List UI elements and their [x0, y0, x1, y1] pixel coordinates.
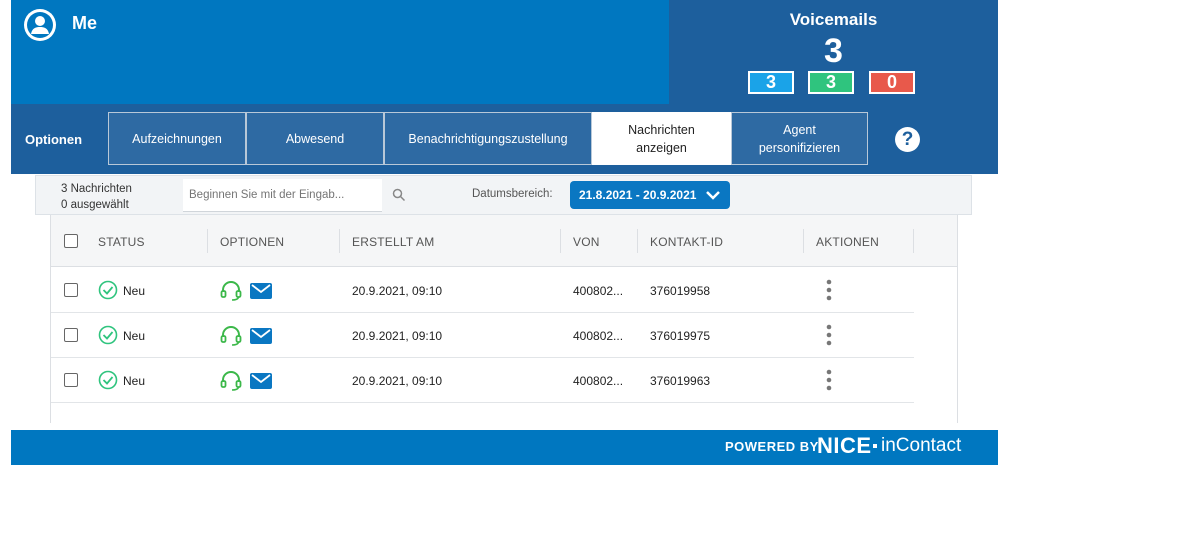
- tab-benachrichtigungszustellung[interactable]: Benachrichtigungszustellung: [384, 112, 592, 165]
- headset-icon[interactable]: [220, 371, 242, 391]
- more-options-icon[interactable]: [826, 279, 832, 301]
- date-range-label: Datumsbereich:: [472, 188, 553, 200]
- check-circle-icon: [98, 325, 118, 345]
- search-input[interactable]: [183, 179, 382, 212]
- logo-dot: [873, 444, 877, 448]
- filter-bar: 3 Nachrichten 0 ausgewählt Datumsbereich…: [35, 175, 972, 215]
- mail-icon[interactable]: [250, 328, 272, 344]
- column-optionen[interactable]: OPTIONEN: [220, 235, 284, 249]
- message-count-label: 3 Nachrichten: [61, 183, 132, 195]
- nice-logo: NICE: [817, 433, 872, 458]
- created-date: 20.9.2021, 09:10: [352, 374, 443, 388]
- headset-icon[interactable]: [220, 281, 242, 301]
- message-count: 3 Nachrichten 0 ausgewählt: [61, 181, 132, 213]
- tab-agent-personifizieren[interactable]: Agent personifizieren: [731, 112, 868, 165]
- column-aktionen: AKTIONEN: [816, 235, 879, 249]
- user-header: Me: [11, 0, 669, 104]
- voicemail-badge-new[interactable]: 3: [748, 71, 794, 94]
- mail-icon[interactable]: [250, 373, 272, 389]
- voicemail-badge-urgent[interactable]: 0: [869, 71, 915, 94]
- selected-count-label: 0 ausgewählt: [61, 199, 129, 211]
- created-date: 20.9.2021, 09:10: [352, 329, 443, 343]
- voicemail-badge-heard[interactable]: 3: [808, 71, 854, 94]
- column-divider: [560, 229, 561, 253]
- date-range-value: 21.8.2021 - 20.9.2021: [579, 188, 697, 202]
- voicemail-total: 3: [824, 32, 843, 70]
- table-row[interactable]: Neu 20.9.2021, 09:10 400802... 376019975: [51, 313, 914, 358]
- contact-id: 376019958: [650, 284, 711, 298]
- column-divider: [637, 229, 638, 253]
- from-number: 400802...: [573, 329, 624, 343]
- column-divider: [339, 229, 340, 253]
- from-number: 400802...: [573, 374, 624, 388]
- from-number: 400802...: [573, 284, 624, 298]
- row-checkbox[interactable]: [64, 373, 78, 387]
- incontact-logo: inContact: [881, 435, 962, 456]
- column-divider: [913, 229, 914, 253]
- voicemail-summary: Voicemails 3 3 3 0: [669, 0, 998, 104]
- help-icon[interactable]: ?: [895, 127, 920, 152]
- user-avatar-icon: [24, 9, 56, 41]
- column-kontakt-id[interactable]: KONTAKT-ID: [650, 235, 723, 249]
- table-row[interactable]: Neu 20.9.2021, 09:10 400802... 376019963: [51, 358, 914, 403]
- mail-icon[interactable]: [250, 283, 272, 299]
- search-icon[interactable]: [392, 188, 406, 202]
- column-divider: [803, 229, 804, 253]
- table-header: STATUS OPTIONEN ERSTELLT AM VON KONTAKT-…: [51, 215, 957, 267]
- column-von[interactable]: VON: [573, 235, 600, 249]
- contact-id: 376019975: [650, 329, 711, 343]
- status-text: Neu: [123, 374, 146, 388]
- column-divider: [207, 229, 208, 253]
- row-checkbox[interactable]: [64, 283, 78, 297]
- column-erstellt-am[interactable]: ERSTELLT AM: [352, 235, 434, 249]
- row-checkbox[interactable]: [64, 328, 78, 342]
- check-circle-icon: [98, 280, 118, 300]
- check-circle-icon: [98, 370, 118, 390]
- column-status[interactable]: STATUS: [98, 235, 145, 249]
- user-name: Me: [72, 13, 98, 33]
- more-options-icon[interactable]: [826, 324, 832, 346]
- select-all-checkbox[interactable]: [64, 234, 78, 248]
- tab-aufzeichnungen[interactable]: Aufzeichnungen: [108, 112, 246, 165]
- contact-id: 376019963: [650, 374, 711, 388]
- options-label: Optionen: [25, 132, 83, 147]
- table-row[interactable]: Neu 20.9.2021, 09:10 400802... 376019958: [51, 268, 914, 313]
- date-range-dropdown[interactable]: 21.8.2021 - 20.9.2021: [570, 181, 730, 209]
- status-text: Neu: [123, 329, 146, 343]
- options-nav: Optionen Aufzeichnungen Abwesend Benachr…: [11, 104, 998, 174]
- status-text: Neu: [123, 284, 146, 298]
- created-date: 20.9.2021, 09:10: [352, 284, 443, 298]
- footer-branding: POWERED BY NICE inContact: [11, 430, 998, 465]
- chevron-down-icon: [706, 191, 720, 200]
- more-options-icon[interactable]: [826, 369, 832, 391]
- headset-icon[interactable]: [220, 326, 242, 346]
- tab-nachrichten-anzeigen[interactable]: Nachrichten anzeigen: [592, 112, 731, 165]
- tab-abwesend[interactable]: Abwesend: [246, 112, 384, 165]
- powered-by-label: POWERED BY: [725, 439, 819, 454]
- messages-table: STATUS OPTIONEN ERSTELLT AM VON KONTAKT-…: [50, 215, 958, 423]
- voicemail-title: Voicemails: [789, 10, 878, 29]
